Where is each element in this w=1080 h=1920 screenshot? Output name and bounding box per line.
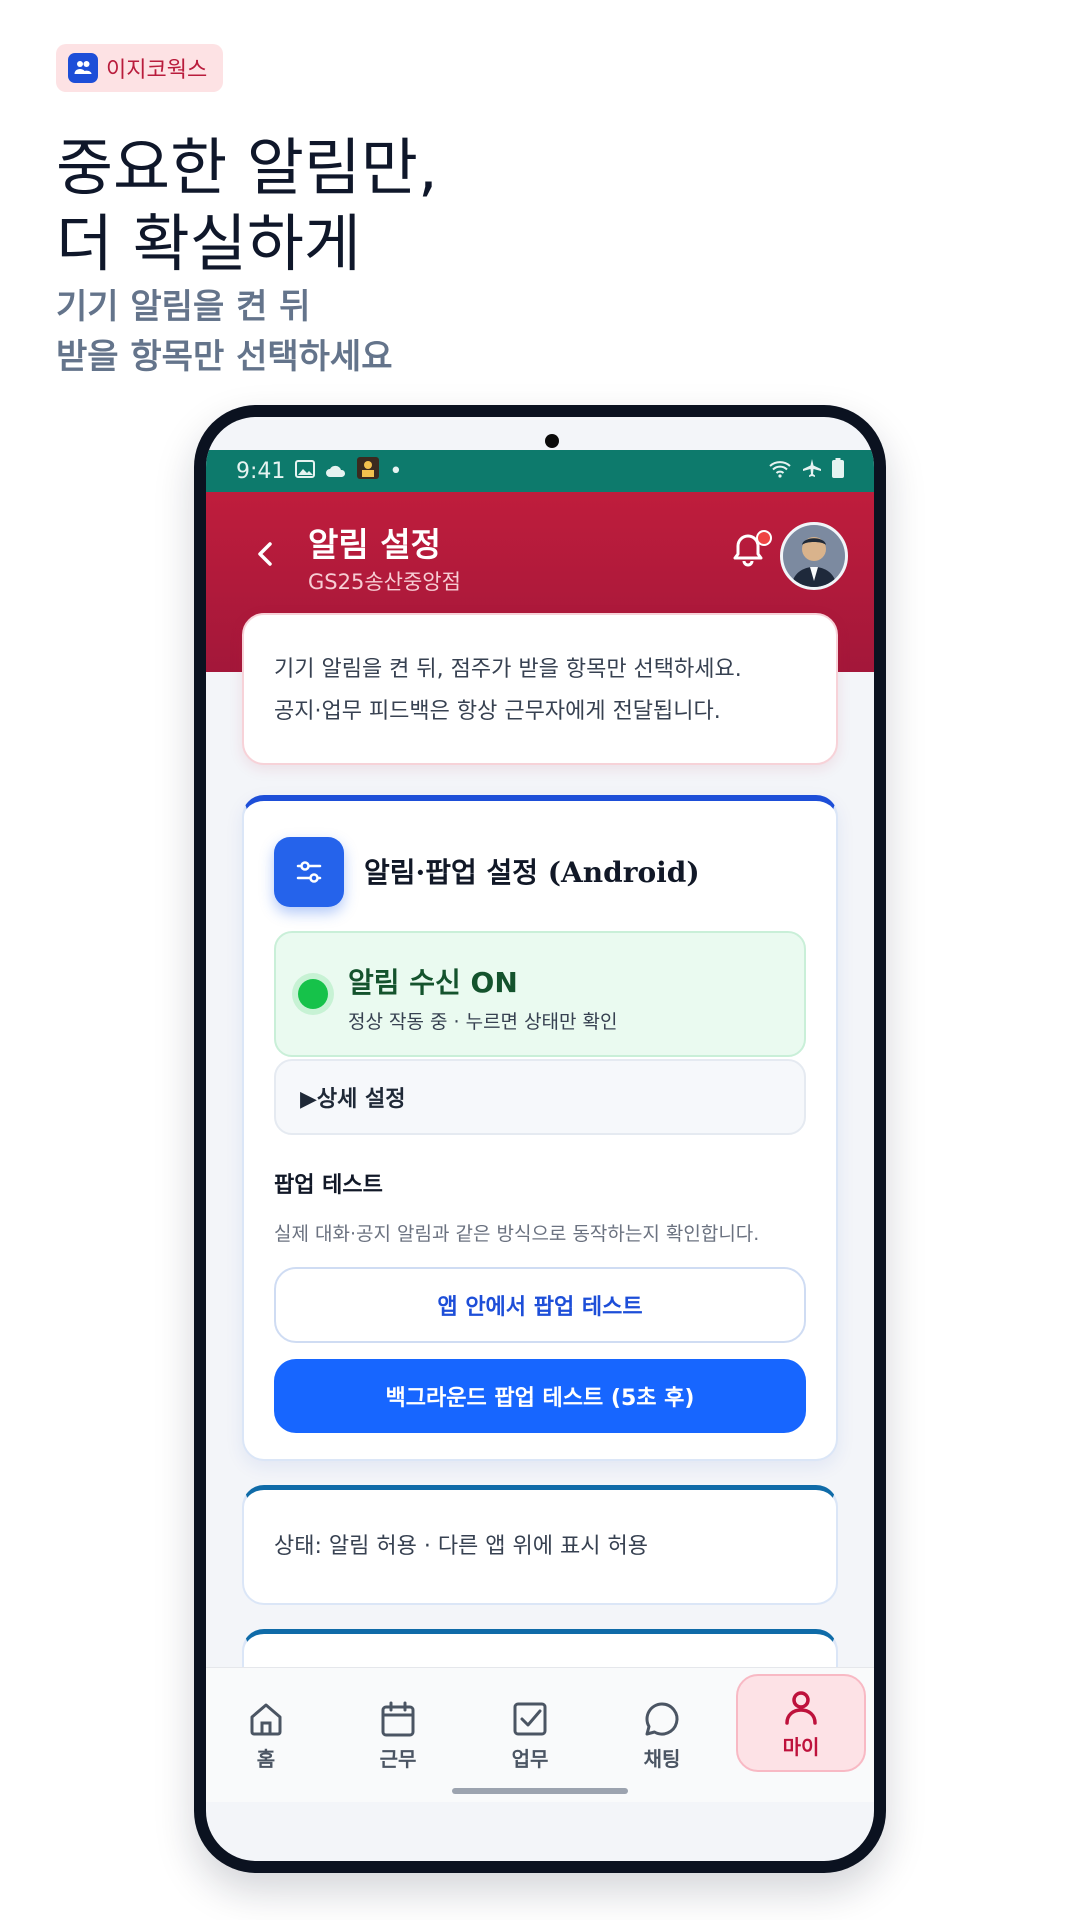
back-button[interactable] [246,534,286,574]
tab-label: 마이 [782,1734,820,1759]
info-text-line: 기기 알림을 켠 뒤, 점주가 받을 항목만 선택하세요. [274,657,742,682]
permission-state-card: 상태: 알림 허용 · 다른 앱 위에 표시 허용 [242,1485,838,1605]
tab-work[interactable]: 근무 [338,1668,458,1802]
chevron-left-icon [258,542,272,566]
team-icon [68,53,98,83]
chat-icon [645,1702,679,1735]
tab-my[interactable]: 마이 [736,1674,866,1772]
brand-badge: 이지코웍스 [56,44,224,92]
in-app-popup-test-button[interactable]: 앱 안에서 팝업 테스트 [274,1267,806,1343]
status-title: 알림 수신 ON [348,966,518,999]
tab-chat[interactable]: 채팅 [602,1668,722,1802]
hero-subtitle: 기기 알림을 켠 뒤 받을 항목만 선택하세요 [56,282,392,382]
app-notification-icon [357,457,380,485]
wifi-icon [768,459,792,484]
home-indicator[interactable] [452,1788,628,1794]
background-popup-test-button[interactable]: 백그라운드 팝업 테스트 (5초 후) [274,1359,806,1433]
status-description: 정상 작동 중 · 누르면 상태만 확인 [348,1011,618,1033]
notification-settings-card: 알림·팝업 설정 (Android) 알림 수신 ON 정상 작동 중 · 누르… [242,795,838,1461]
brand-name: 이지코웍스 [106,58,208,83]
info-text-line: 공지·업무 피드백은 항상 근무자에게 전달됩니다. [274,699,721,724]
phone-screen: 9:41 • 알림 설정 GS25송산중앙점 기기 알림을 켠 뒤, 점주가 받… [206,417,874,1861]
hero-subtitle-line: 받을 항목만 선택하세요 [56,337,393,377]
settings-sliders-icon [274,837,344,907]
home-icon [250,1703,282,1735]
popup-test-description: 실제 대화·공지 알림과 같은 방식으로 동작하는지 확인합니다. [274,1223,760,1245]
phone-frame: 9:41 • 알림 설정 GS25송산중앙점 기기 알림을 켠 뒤, 점주가 받… [194,405,886,1873]
cloud-icon [325,459,347,484]
hero-title-line: 중요한 알림만, [56,131,438,204]
hero-title: 중요한 알림만, 더 확실하게 [56,130,438,282]
front-camera [545,434,559,448]
hero-title-line: 더 확실하게 [56,207,361,280]
battery-icon [832,458,844,484]
settings-card-title: 알림·팝업 설정 (Android) [364,856,700,889]
detail-settings-label: ▶상세 설정 [300,1087,406,1112]
status-dot: • [389,458,403,484]
tab-home[interactable]: 홈 [206,1668,326,1802]
notification-badge [756,530,772,546]
info-card: 기기 알림을 켠 뒤, 점주가 받을 항목만 선택하세요. 공지·업무 피드백은… [242,613,838,765]
tab-label: 업무 [511,1746,549,1771]
checkbox-icon [513,1702,547,1735]
permission-state-text: 상태: 알림 허용 · 다른 앱 위에 표시 허용 [274,1534,648,1559]
bottom-navigation: 홈 근무 업무 채팅 마이 [206,1667,874,1802]
tab-label: 채팅 [643,1746,681,1771]
detail-settings-toggle[interactable]: ▶상세 설정 [274,1059,806,1135]
gallery-icon [295,459,316,484]
store-name: GS25송산중앙점 [308,570,461,594]
tab-tasks[interactable]: 업무 [470,1668,590,1802]
page-title: 알림 설정 [308,525,441,564]
notification-status-box[interactable]: 알림 수신 ON 정상 작동 중 · 누르면 상태만 확인 [274,931,806,1057]
calendar-icon [381,1701,415,1736]
hero-subtitle-line: 기기 알림을 켠 뒤 [56,287,311,327]
tab-label: 홈 [256,1746,276,1771]
status-bar: 9:41 • [206,450,874,492]
status-time: 9:41 [236,458,286,484]
avatar[interactable] [780,522,848,590]
status-on-indicator [298,979,328,1009]
airplane-mode-icon [802,458,822,484]
popup-test-heading: 팝업 테스트 [274,1173,383,1198]
tab-label: 근무 [379,1746,417,1771]
user-icon [785,1690,817,1725]
